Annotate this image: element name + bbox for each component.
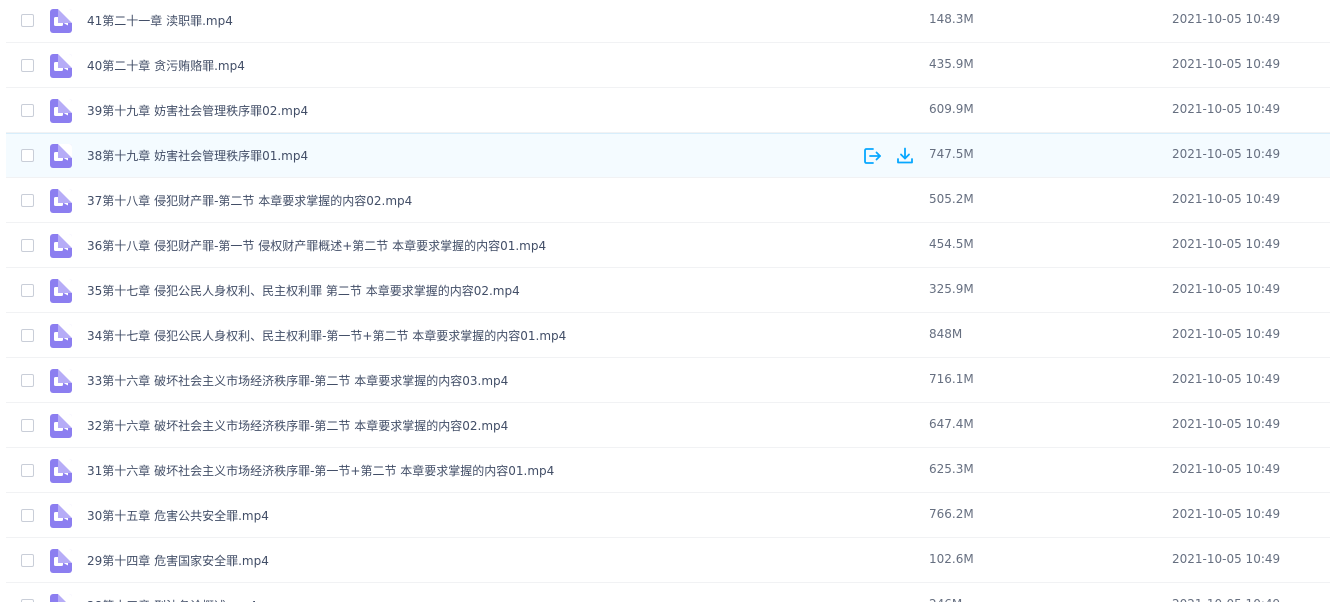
video-file-icon <box>50 504 72 528</box>
file-size: 716.1M <box>929 372 974 386</box>
file-date: 2021-10-05 10:49 <box>1172 327 1281 341</box>
file-row[interactable]: 39第十九章 妨害社会管理秩序罪02.mp4 609.9M 2021-10-05 1… <box>0 88 1330 133</box>
file-list: 41第二十一章 渎职罪.mp4 148.3M 2021-10-05 10:49 40第… <box>0 0 1330 602</box>
file-size: 505.2M <box>929 192 974 206</box>
file-row[interactable]: 34第十七章 侵犯公民人身权利、民主权利罪-第一节+第二节 本章要求掌握的内容0… <box>0 313 1330 358</box>
file-name[interactable]: 32第十六章 破坏社会主义市场经济秩序罪-第二节 本章要求掌握的内容02.mp4 <box>87 417 508 434</box>
file-name[interactable]: 30第十五章 危害公共安全罪.mp4 <box>87 507 269 524</box>
video-file-icon <box>50 369 72 393</box>
file-row[interactable]: 29第十四章 危害国家安全罪.mp4 102.6M 2021-10-05 10:49 <box>0 538 1330 583</box>
file-size: 102.6M <box>929 552 974 566</box>
file-size: 647.4M <box>929 417 974 431</box>
file-size: 625.3M <box>929 462 974 476</box>
row-checkbox[interactable] <box>21 419 34 432</box>
video-file-icon <box>50 414 72 438</box>
row-checkbox[interactable] <box>21 374 34 387</box>
file-name[interactable]: 37第十八章 侵犯财产罪-第二节 本章要求掌握的内容02.mp4 <box>87 192 412 209</box>
file-name[interactable]: 36第十八章 侵犯财产罪-第一节 侵权财产罪概述+第二节 本章要求掌握的内容01… <box>87 237 546 254</box>
row-checkbox[interactable] <box>21 59 34 72</box>
file-date: 2021-10-05 10:49 <box>1172 102 1281 116</box>
row-checkbox[interactable] <box>21 464 34 477</box>
file-row[interactable]: 35第十七章 侵犯公民人身权利、民主权利罪 第二节 本章要求掌握的内容02.mp… <box>0 268 1330 313</box>
file-row[interactable]: 31第十六章 破坏社会主义市场经济秩序罪-第一节+第二节 本章要求掌握的内容01… <box>0 448 1330 493</box>
file-row[interactable]: 40第二十章 贪污贿赂罪.mp4 435.9M 2021-10-05 10:49 <box>0 43 1330 88</box>
file-name[interactable]: 33第十六章 破坏社会主义市场经济秩序罪-第二节 本章要求掌握的内容03.mp4 <box>87 372 508 389</box>
file-name[interactable]: 31第十六章 破坏社会主义市场经济秩序罪-第一节+第二节 本章要求掌握的内容01… <box>87 462 554 479</box>
video-file-icon <box>50 324 72 348</box>
file-row[interactable]: 28第十三章 刑法各论概述.mp4 246M 2021-10-05 10:49 <box>0 583 1330 602</box>
file-size: 609.9M <box>929 102 974 116</box>
share-icon[interactable] <box>862 146 882 166</box>
file-name[interactable]: 39第十九章 妨害社会管理秩序罪02.mp4 <box>87 102 308 119</box>
video-file-icon <box>50 144 72 168</box>
download-icon[interactable] <box>895 146 915 166</box>
file-date: 2021-10-05 10:49 <box>1172 597 1280 602</box>
file-date: 2021-10-05 10:49 <box>1172 12 1281 26</box>
file-size: 148.3M <box>929 12 974 26</box>
row-checkbox[interactable] <box>21 284 34 297</box>
video-file-icon <box>50 234 72 258</box>
file-name[interactable]: 35第十七章 侵犯公民人身权利、民主权利罪 第二节 本章要求掌握的内容02.mp… <box>87 282 520 299</box>
file-size: 246M <box>929 597 962 602</box>
file-date: 2021-10-05 10:49 <box>1172 462 1281 476</box>
file-date: 2021-10-05 10:49 <box>1172 147 1281 161</box>
file-date: 2021-10-05 10:49 <box>1172 507 1281 521</box>
file-name[interactable]: 28第十三章 刑法各论概述.mp4 <box>87 597 257 602</box>
file-row[interactable]: 30第十五章 危害公共安全罪.mp4 766.2M 2021-10-05 10:49 <box>0 493 1330 538</box>
file-row[interactable]: 41第二十一章 渎职罪.mp4 148.3M 2021-10-05 10:49 <box>0 0 1330 43</box>
video-file-icon <box>50 594 72 602</box>
file-name[interactable]: 40第二十章 贪污贿赂罪.mp4 <box>87 57 245 74</box>
file-name[interactable]: 38第十九章 妨害社会管理秩序罪01.mp4 <box>87 147 308 164</box>
file-row[interactable]: 38第十九章 妨害社会管理秩序罪01.mp4 747.5M 2021-10-05 1… <box>0 133 1330 178</box>
row-checkbox[interactable] <box>21 104 34 117</box>
file-row[interactable]: 37第十八章 侵犯财产罪-第二节 本章要求掌握的内容02.mp4 505.2M 20… <box>0 178 1330 223</box>
file-size: 766.2M <box>929 507 974 521</box>
row-checkbox[interactable] <box>21 554 34 567</box>
row-actions <box>862 146 922 166</box>
video-file-icon <box>50 279 72 303</box>
file-row[interactable]: 36第十八章 侵犯财产罪-第一节 侵权财产罪概述+第二节 本章要求掌握的内容01… <box>0 223 1330 268</box>
file-name[interactable]: 41第二十一章 渎职罪.mp4 <box>87 12 233 29</box>
row-checkbox[interactable] <box>21 194 34 207</box>
file-row[interactable]: 32第十六章 破坏社会主义市场经济秩序罪-第二节 本章要求掌握的内容02.mp4… <box>0 403 1330 448</box>
file-size: 848M <box>929 327 963 341</box>
file-date: 2021-10-05 10:49 <box>1172 552 1281 566</box>
row-checkbox[interactable] <box>21 509 34 522</box>
file-row[interactable]: 33第十六章 破坏社会主义市场经济秩序罪-第二节 本章要求掌握的内容03.mp4… <box>0 358 1330 403</box>
file-name[interactable]: 34第十七章 侵犯公民人身权利、民主权利罪-第一节+第二节 本章要求掌握的内容0… <box>87 327 566 344</box>
row-checkbox[interactable] <box>21 329 34 342</box>
file-date: 2021-10-05 10:49 <box>1172 192 1281 206</box>
file-name[interactable]: 29第十四章 危害国家安全罪.mp4 <box>87 552 269 569</box>
file-date: 2021-10-05 10:49 <box>1172 372 1281 386</box>
file-size: 454.5M <box>929 237 974 251</box>
row-checkbox[interactable] <box>21 149 34 162</box>
file-size: 435.9M <box>929 57 974 71</box>
file-date: 2021-10-05 10:49 <box>1172 237 1281 251</box>
video-file-icon <box>50 9 72 33</box>
row-checkbox[interactable] <box>21 14 34 27</box>
video-file-icon <box>50 189 72 213</box>
video-file-icon <box>50 459 72 483</box>
file-size: 325.9M <box>929 282 974 296</box>
video-file-icon <box>50 54 72 78</box>
row-checkbox[interactable] <box>21 239 34 252</box>
video-file-icon <box>50 99 72 123</box>
file-date: 2021-10-05 10:49 <box>1172 282 1281 296</box>
file-date: 2021-10-05 10:49 <box>1172 417 1281 431</box>
video-file-icon <box>50 549 72 573</box>
file-date: 2021-10-05 10:49 <box>1172 57 1281 71</box>
file-size: 747.5M <box>929 147 974 161</box>
